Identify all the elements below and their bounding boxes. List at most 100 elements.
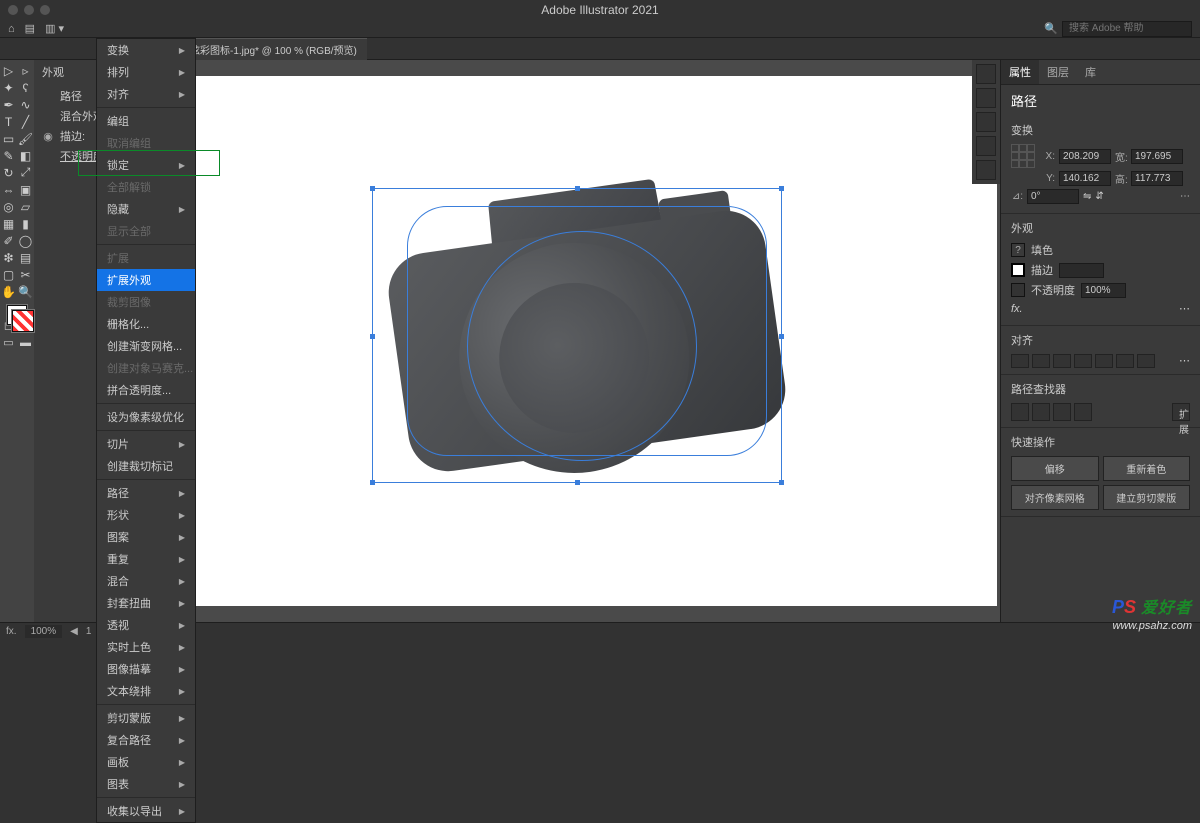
transform-y-input[interactable] <box>1059 171 1111 186</box>
flip-h-icon[interactable]: ⇋ <box>1083 191 1091 202</box>
opacity-icon[interactable] <box>1011 283 1025 297</box>
window-controls[interactable] <box>8 5 50 15</box>
transform-x-input[interactable] <box>1059 149 1111 164</box>
more-options-icon[interactable]: ⋯ <box>1179 354 1190 368</box>
direct-selection-tool-icon[interactable]: ▹ <box>17 62 34 79</box>
pf-unite-icon[interactable] <box>1011 403 1029 421</box>
zoom-level[interactable]: 100% <box>25 625 63 638</box>
visibility-icon[interactable]: ◉ <box>42 130 54 143</box>
menu-item[interactable]: 编组 <box>97 110 195 132</box>
magic-wand-tool-icon[interactable]: ✦ <box>0 79 17 96</box>
eyedropper-tool-icon[interactable]: ✐ <box>0 232 17 249</box>
pen-tool-icon[interactable]: ✒ <box>0 96 17 113</box>
help-search-input[interactable] <box>1062 21 1192 37</box>
rotate-tool-icon[interactable]: ↻ <box>0 164 17 181</box>
fx-icon[interactable]: fx. <box>1011 303 1023 315</box>
menu-item[interactable]: 创建渐变网格... <box>97 335 195 357</box>
menu-item[interactable]: 封套扭曲 <box>97 592 195 614</box>
menu-item[interactable]: 画板 <box>97 751 195 773</box>
dock-icon[interactable] <box>976 136 996 156</box>
tab-properties[interactable]: 属性 <box>1001 60 1039 84</box>
stroke-weight-input[interactable] <box>1059 263 1104 278</box>
fill-swatch[interactable]: ? <box>1011 243 1025 257</box>
symbol-sprayer-tool-icon[interactable]: ❇ <box>0 249 17 266</box>
close-dot-icon[interactable] <box>8 5 18 15</box>
quick-pixel-align-button[interactable]: 对齐像素网格 <box>1011 485 1099 510</box>
quick-clip-mask-button[interactable]: 建立剪切蒙版 <box>1103 485 1191 510</box>
arrange-icon[interactable]: ▥ ▾ <box>45 22 64 35</box>
menu-item[interactable]: 图表 <box>97 773 195 795</box>
free-transform-tool-icon[interactable]: ▣ <box>17 181 34 198</box>
artboard-tool-icon[interactable]: ▢ <box>0 266 17 283</box>
menu-item[interactable]: 透视 <box>97 614 195 636</box>
transform-w-input[interactable] <box>1131 149 1183 164</box>
menu-item[interactable]: 路径 <box>97 482 195 504</box>
reference-point-icon[interactable] <box>1011 144 1035 168</box>
width-tool-icon[interactable]: ⇔ <box>0 181 17 198</box>
home-icon[interactable]: ⌂ <box>8 23 15 35</box>
menu-item[interactable]: 创建裁切标记 <box>97 455 195 477</box>
fx-indicator[interactable]: fx. <box>6 626 17 637</box>
screen-mode-icons[interactable]: ▭▬ <box>0 334 34 351</box>
menu-item[interactable]: 图案 <box>97 526 195 548</box>
mesh-tool-icon[interactable]: ▦ <box>0 215 17 232</box>
menu-item[interactable]: 扩展外观 <box>97 269 195 291</box>
shaper-tool-icon[interactable]: ✎ <box>0 147 17 164</box>
dock-icon[interactable] <box>976 160 996 180</box>
max-dot-icon[interactable] <box>40 5 50 15</box>
rectangle-tool-icon[interactable]: ▭ <box>0 130 17 147</box>
menu-item[interactable]: 拼合透明度... <box>97 379 195 401</box>
quick-recolor-button[interactable]: 重新着色 <box>1103 456 1191 481</box>
type-tool-icon[interactable]: T <box>0 113 17 130</box>
menu-item[interactable]: 文本绕排 <box>97 680 195 702</box>
menu-item[interactable]: 变换 <box>97 39 195 61</box>
slice-tool-icon[interactable]: ✂ <box>17 266 34 283</box>
transform-h-input[interactable] <box>1131 171 1183 186</box>
bridge-icon[interactable]: ▤ <box>25 22 35 35</box>
pf-minus-front-icon[interactable] <box>1032 403 1050 421</box>
gradient-tool-icon[interactable]: ▮ <box>17 215 34 232</box>
menu-item[interactable]: 实时上色 <box>97 636 195 658</box>
pf-expand-button[interactable]: 扩展 <box>1172 403 1190 421</box>
menu-item[interactable]: 形状 <box>97 504 195 526</box>
dock-icon[interactable] <box>976 112 996 132</box>
graph-tool-icon[interactable]: ▤ <box>17 249 34 266</box>
shape-builder-tool-icon[interactable]: ◎ <box>0 198 17 215</box>
more-options-icon[interactable]: ⋯ <box>1180 191 1190 202</box>
hand-tool-icon[interactable]: ✋ <box>0 283 17 300</box>
menu-item[interactable]: 重复 <box>97 548 195 570</box>
tab-layers[interactable]: 图层 <box>1039 60 1077 84</box>
menu-item[interactable]: 栅格化... <box>97 313 195 335</box>
menu-item[interactable]: 排列 <box>97 61 195 83</box>
menu-item[interactable]: 锁定 <box>97 154 195 176</box>
flip-v-icon[interactable]: ⇵ <box>1095 191 1103 202</box>
min-dot-icon[interactable] <box>24 5 34 15</box>
menu-item[interactable]: 对齐 <box>97 83 195 105</box>
more-options-icon[interactable]: ⋯ <box>1179 302 1190 315</box>
canvas[interactable] <box>174 60 1000 622</box>
align-buttons[interactable]: ⋯ <box>1011 354 1190 368</box>
quick-offset-button[interactable]: 偏移 <box>1011 456 1099 481</box>
dock-icon[interactable] <box>976 88 996 108</box>
menu-item[interactable]: 隐藏 <box>97 198 195 220</box>
paintbrush-tool-icon[interactable]: 🖌 <box>17 130 34 147</box>
lasso-tool-icon[interactable]: ʕ <box>17 79 34 96</box>
dock-icon[interactable] <box>976 64 996 84</box>
menu-item[interactable]: 设为像素级优化 <box>97 406 195 428</box>
perspective-tool-icon[interactable]: ▱ <box>17 198 34 215</box>
artboard[interactable] <box>177 76 997 606</box>
curvature-tool-icon[interactable]: ∿ <box>17 96 34 113</box>
menu-item[interactable]: 图像描摹 <box>97 658 195 680</box>
line-tool-icon[interactable]: ╱ <box>17 113 34 130</box>
blend-tool-icon[interactable]: ◯ <box>17 232 34 249</box>
stroke-swatch[interactable] <box>1011 263 1025 277</box>
menu-item[interactable]: 收集以导出 <box>97 800 195 822</box>
pf-intersect-icon[interactable] <box>1053 403 1071 421</box>
scale-tool-icon[interactable]: ⤢ <box>17 164 34 181</box>
tab-libraries[interactable]: 库 <box>1077 60 1104 84</box>
document-tab[interactable]: 炫彩图标-1.jpg* @ 100 % (RGB/预览) <box>180 38 367 60</box>
menu-item[interactable]: 剪切蒙版 <box>97 707 195 729</box>
menu-item[interactable]: 复合路径 <box>97 729 195 751</box>
eraser-tool-icon[interactable]: ◧ <box>17 147 34 164</box>
zoom-tool-icon[interactable]: 🔍 <box>17 283 34 300</box>
